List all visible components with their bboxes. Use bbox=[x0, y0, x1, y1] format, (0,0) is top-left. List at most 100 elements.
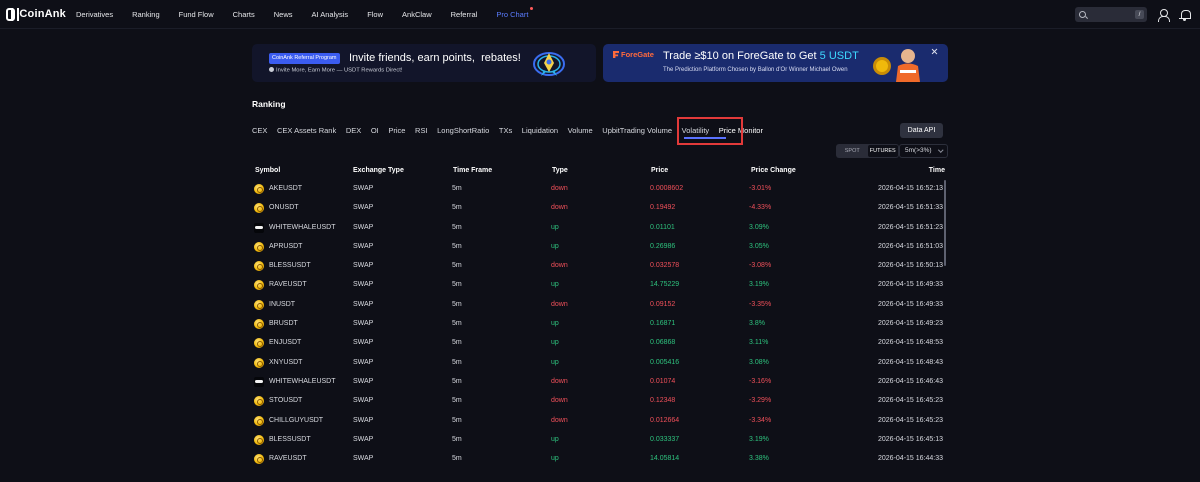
cell-symbol[interactable]: WHITEWHALEUSDT bbox=[269, 224, 336, 231]
cell-exchange-type: SWAP bbox=[353, 377, 374, 385]
table-row[interactable]: BRUSDT SWAP 5m up 0.16871 3.8% 2026-04-15 16:4… bbox=[252, 315, 945, 334]
cell-time-frame: 5m bbox=[452, 223, 462, 231]
cell-symbol[interactable]: BRUSDT bbox=[269, 320, 298, 327]
header-time[interactable]: Time bbox=[929, 167, 945, 174]
header-exchange-type[interactable]: Exchange Type bbox=[353, 167, 404, 174]
cell-symbol[interactable]: RAVEUSDT bbox=[269, 455, 307, 462]
cell-type: up bbox=[551, 435, 559, 443]
table-row[interactable]: STOUSDT SWAP 5m down 0.12348 -3.29% 2026-04-15… bbox=[252, 392, 945, 411]
search-icon bbox=[1079, 11, 1086, 18]
toggle-futures[interactable]: FUTURES bbox=[867, 145, 898, 157]
user-icon[interactable] bbox=[1157, 8, 1170, 22]
cell-symbol[interactable]: ENJUSDT bbox=[269, 339, 301, 346]
cell-time-frame: 5m bbox=[452, 455, 462, 463]
header-type[interactable]: Type bbox=[552, 167, 568, 174]
timeframe-select[interactable]: 5m(>3%) bbox=[899, 144, 948, 158]
cell-price: 0.26986 bbox=[650, 242, 676, 250]
table-row[interactable]: CHILLGUYUSDT SWAP 5m down 0.012664 -3.34% 2026… bbox=[252, 412, 945, 431]
nav-link-charts[interactable]: Charts bbox=[233, 10, 255, 19]
cell-type: down bbox=[551, 204, 568, 212]
tab-cex-assets-rank[interactable]: CEX Assets Rank bbox=[277, 126, 336, 135]
nav-link-ai-analysis[interactable]: AI Analysis bbox=[312, 10, 349, 19]
table-row[interactable]: RAVEUSDT SWAP 5m up 14.75229 3.19% 2026-04-15 … bbox=[252, 276, 945, 295]
foregate-title-text: Trade ≥$10 on ForeGate to Get bbox=[663, 50, 820, 62]
cell-price: 14.75229 bbox=[650, 281, 680, 289]
tab-upbit-trading-volume[interactable]: UpbitTrading Volume bbox=[602, 126, 672, 135]
table-row[interactable]: XNYUSDT SWAP 5m up 0.005416 3.08% 2026-04-15 1… bbox=[252, 354, 945, 373]
cell-price-change: 3.05% bbox=[749, 242, 769, 250]
coin-icon bbox=[254, 184, 264, 194]
coin-icon bbox=[254, 280, 264, 291]
table-row[interactable]: ONUSDT SWAP 5m down 0.19492 -4.33% 2026-04-15 … bbox=[252, 199, 945, 218]
close-icon[interactable] bbox=[931, 48, 938, 55]
tab-rsi[interactable]: RSI bbox=[415, 126, 428, 135]
nav-link-news[interactable]: News bbox=[274, 10, 293, 19]
cell-symbol[interactable]: ONUSDT bbox=[269, 204, 299, 211]
coin-icon bbox=[254, 241, 264, 252]
referral-subtitle-text: Invite More, Earn More — USDT Rewards Di… bbox=[276, 67, 403, 74]
cell-symbol[interactable]: CHILLGUYUSDT bbox=[269, 417, 323, 424]
table-row[interactable]: RAVEUSDT SWAP 5m up 14.05814 3.38% 2026-04-15 … bbox=[252, 450, 945, 469]
toggle-spot[interactable]: SPOT bbox=[837, 145, 868, 157]
price-monitor-highlight bbox=[677, 117, 743, 145]
cell-symbol[interactable]: STOUSDT bbox=[269, 397, 302, 404]
table-row[interactable]: BLESSUSDT SWAP 5m down 0.032578 -3.08% 2026-04… bbox=[252, 257, 945, 276]
table-scrollbar[interactable] bbox=[944, 180, 946, 266]
header-price-change[interactable]: Price Change bbox=[751, 167, 796, 174]
table-row[interactable]: APRUSDT SWAP 5m up 0.26986 3.05% 2026-04-15 16… bbox=[252, 238, 945, 257]
bell-icon[interactable] bbox=[1179, 9, 1191, 21]
tab-cex[interactable]: CEX bbox=[252, 126, 267, 135]
cell-time: 2026-04-15 16:49:33 bbox=[878, 300, 943, 308]
cell-symbol[interactable]: INUSDT bbox=[269, 301, 295, 308]
nav-link-flow[interactable]: Flow bbox=[367, 10, 383, 19]
tab-liquidation[interactable]: Liquidation bbox=[522, 126, 558, 135]
header-symbol[interactable]: Symbol bbox=[255, 167, 280, 174]
tab-dex[interactable]: DEX bbox=[346, 126, 361, 135]
nav-link-pro-chart[interactable]: Pro Chart bbox=[496, 6, 534, 19]
cell-time-frame: 5m bbox=[452, 300, 462, 308]
cell-symbol[interactable]: BLESSUSDT bbox=[269, 262, 311, 269]
foregate-banner[interactable]: ForeGate Trade ≥$10 on ForeGate to Get 5… bbox=[603, 44, 948, 82]
cell-symbol[interactable]: BLESSUSDT bbox=[269, 436, 311, 443]
table-row[interactable]: ENJUSDT SWAP 5m up 0.06868 3.11% 2026-04-15 16… bbox=[252, 334, 945, 353]
tab-txs[interactable]: TXs bbox=[499, 126, 512, 135]
table-row[interactable]: BLESSUSDT SWAP 5m up 0.033337 3.19% 2026-04-15… bbox=[252, 431, 945, 450]
tab-longshortratio[interactable]: LongShortRatio bbox=[437, 126, 489, 135]
nav-link-fund-flow[interactable]: Fund Flow bbox=[179, 10, 214, 19]
cell-symbol[interactable]: AKEUSDT bbox=[269, 185, 302, 192]
search-input[interactable] bbox=[1090, 11, 1134, 18]
tab-volume[interactable]: Volume bbox=[568, 126, 593, 135]
cell-symbol[interactable]: APRUSDT bbox=[269, 243, 302, 250]
tab-oi[interactable]: OI bbox=[371, 126, 379, 135]
data-api-button[interactable]: Data API bbox=[900, 123, 943, 138]
cell-symbol[interactable]: XNYUSDT bbox=[269, 359, 302, 366]
nav-link-ranking[interactable]: Ranking bbox=[132, 10, 160, 19]
foregate-title: Trade ≥$10 on ForeGate to Get 5 USDT bbox=[663, 50, 859, 62]
table-row[interactable]: INUSDT SWAP 5m down 0.09152 -3.35% 2026-04-15 … bbox=[252, 296, 945, 315]
nav-link-referral[interactable]: Referral bbox=[451, 10, 478, 19]
referral-banner[interactable]: CoinAnk Referral Program Invite friends,… bbox=[252, 44, 596, 82]
table-row[interactable]: AKEUSDT SWAP 5m down 0.0008602 -3.01% 2026-04-… bbox=[252, 180, 945, 199]
cell-time-frame: 5m bbox=[452, 358, 462, 366]
logo[interactable]: CoinAnk bbox=[6, 7, 66, 21]
dot-icon bbox=[269, 67, 274, 72]
tab-price[interactable]: Price bbox=[388, 126, 405, 135]
table-row[interactable]: WHITEWHALEUSDT SWAP 5m down 0.01074 -3.16% 202… bbox=[252, 373, 945, 392]
nav-link-derivatives[interactable]: Derivatives bbox=[76, 10, 113, 19]
table-row[interactable]: WHITEWHALEUSDT SWAP 5m up 0.01101 3.09% 2026-0… bbox=[252, 219, 945, 238]
nav-link-ankclaw[interactable]: AnkClaw bbox=[402, 10, 432, 19]
cell-time: 2026-04-15 16:48:43 bbox=[878, 358, 943, 366]
cell-exchange-type: SWAP bbox=[353, 262, 374, 270]
cell-exchange-type: SWAP bbox=[353, 300, 374, 308]
header-price[interactable]: Price bbox=[651, 167, 668, 174]
cell-exchange-type: SWAP bbox=[353, 242, 374, 250]
header-time-frame[interactable]: Time Frame bbox=[453, 167, 492, 174]
cell-exchange-type: SWAP bbox=[353, 397, 374, 405]
cell-time-frame: 5m bbox=[452, 416, 462, 424]
cell-symbol[interactable]: WHITEWHALEUSDT bbox=[269, 378, 336, 385]
cell-type: up bbox=[551, 339, 559, 347]
pro-chart-label: Pro Chart bbox=[496, 9, 529, 19]
cell-symbol[interactable]: RAVEUSDT bbox=[269, 281, 307, 288]
search-box[interactable]: / bbox=[1075, 7, 1147, 22]
cell-price: 0.01101 bbox=[650, 223, 675, 231]
